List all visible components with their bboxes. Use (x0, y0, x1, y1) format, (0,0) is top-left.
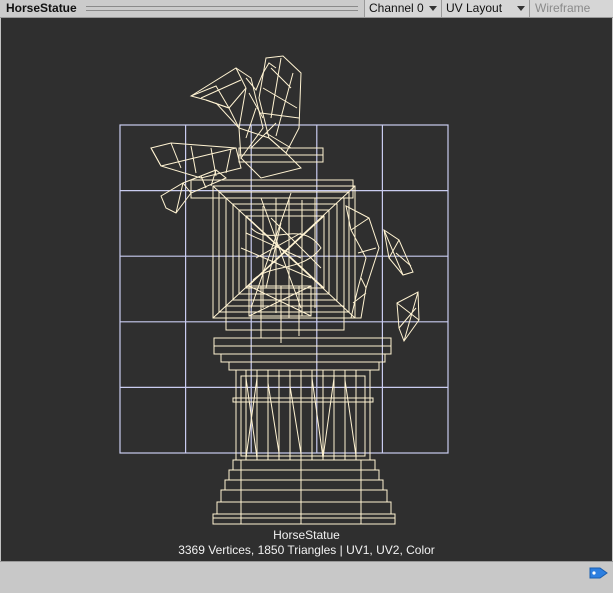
mesh-preview-viewport[interactable] (1, 18, 612, 561)
horse-statue-wireframe (150, 55, 420, 525)
preview-title: HorseStatue (6, 1, 77, 15)
preview-toolbar: HorseStatue Channel 0 UV Layout Wirefram… (0, 0, 613, 18)
wireframe-toggle[interactable]: Wireframe (529, 0, 613, 17)
uv-grid (119, 124, 449, 454)
mesh-name-label: HorseStatue (273, 528, 340, 542)
uv-layout-canvas (119, 55, 449, 525)
drag-handle[interactable] (86, 6, 358, 11)
chevron-down-icon (429, 6, 437, 11)
view-mode-dropdown-label: UV Layout (446, 1, 503, 15)
channel-dropdown[interactable]: Channel 0 (364, 0, 441, 17)
view-mode-dropdown[interactable]: UV Layout (441, 0, 529, 17)
asset-bundle-bar (0, 561, 613, 593)
channel-dropdown-label: Channel 0 (369, 1, 424, 15)
chevron-down-icon (517, 6, 525, 11)
mesh-stats-label: 3369 Vertices, 1850 Triangles | UV1, UV2… (178, 543, 435, 557)
tag-icon[interactable] (589, 566, 609, 580)
wireframe-toggle-label: Wireframe (535, 1, 591, 15)
